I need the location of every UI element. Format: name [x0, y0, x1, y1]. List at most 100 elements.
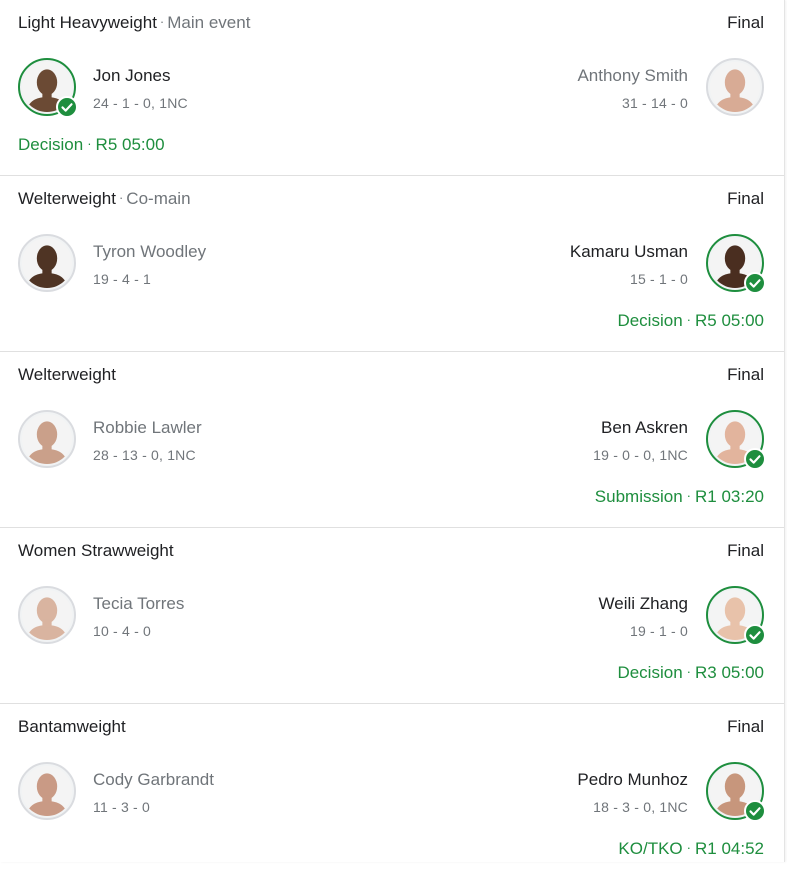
result-method: KO/TKO	[618, 839, 683, 858]
separator-dot: ·	[686, 840, 691, 855]
result-round-time: R1 03:20	[695, 487, 764, 506]
fight-status: Final	[727, 13, 764, 32]
fight-status: Final	[727, 189, 764, 208]
left-fighter-record: 10 - 4 - 0	[93, 623, 152, 639]
head-shape	[36, 773, 58, 800]
division-label: Bantamweight	[18, 717, 126, 736]
fight-status: Final	[727, 365, 764, 384]
left-fighter-name[interactable]: Tyron Woodley	[93, 242, 206, 262]
left-fighter-name[interactable]: Tecia Torres	[93, 594, 184, 614]
right-fighter-avatar[interactable]	[706, 234, 766, 294]
head-shape	[724, 773, 746, 800]
winner-check-icon	[56, 96, 78, 118]
right-fighter-name[interactable]: Anthony Smith	[577, 66, 688, 86]
separator-dot: ·	[686, 312, 691, 327]
fighter-photo	[22, 590, 72, 640]
right-fighter-name[interactable]: Weili Zhang	[599, 594, 688, 614]
right-fighter-name[interactable]: Ben Askren	[601, 418, 688, 438]
fight-row[interactable]: Light Heavyweight · Main event Final Jon J…	[0, 0, 784, 176]
fight-result: Decision · R5 05:00	[617, 311, 764, 331]
right-fighter-name[interactable]: Kamaru Usman	[570, 242, 688, 262]
neck-shape	[730, 91, 740, 100]
right-fighter-record: 19 - 0 - 0, 1NC	[593, 447, 688, 463]
right-fighter-avatar[interactable]	[706, 58, 764, 116]
left-fighter-avatar[interactable]	[18, 586, 76, 644]
fight-result: Decision · R3 05:00	[617, 663, 764, 683]
right-fighter-record: 31 - 14 - 0	[621, 95, 688, 111]
result-method: Decision	[617, 663, 683, 682]
left-fighter-name[interactable]: Robbie Lawler	[93, 418, 202, 438]
left-fighter-avatar[interactable]	[18, 58, 78, 118]
fight-status: Final	[727, 717, 764, 736]
winner-check-icon	[744, 448, 766, 470]
head-shape	[36, 597, 58, 624]
fighter-photo	[22, 766, 72, 816]
result-method: Submission	[594, 487, 683, 506]
neck-shape	[730, 443, 740, 452]
fight-header: Welterweight · Co-main Final	[18, 189, 764, 211]
winner-check-icon	[744, 624, 766, 646]
left-fighter-record: 19 - 4 - 1	[93, 271, 152, 287]
fight-header: Women Strawweight Final	[18, 541, 764, 563]
head-shape	[724, 597, 746, 624]
neck-shape	[42, 619, 52, 628]
fight-header: Light Heavyweight · Main event Final	[18, 13, 764, 35]
left-fighter-name[interactable]: Jon Jones	[93, 66, 171, 86]
left-fighter-avatar[interactable]	[18, 234, 76, 292]
separator-dot: ·	[686, 488, 691, 503]
head-shape	[36, 421, 58, 448]
fight-results-card: Light Heavyweight · Main event Final Jon J…	[0, 0, 785, 862]
neck-shape	[42, 267, 52, 276]
left-fighter-name[interactable]: Cody Garbrandt	[93, 770, 214, 790]
right-fighter-avatar[interactable]	[706, 410, 766, 470]
neck-shape	[730, 795, 740, 804]
result-round-time: R1 04:52	[695, 839, 764, 858]
division-label: Light Heavyweight	[18, 13, 157, 32]
right-fighter-avatar[interactable]	[706, 762, 766, 822]
left-fighter-record: 28 - 13 - 0, 1NC	[93, 447, 196, 463]
fight-result: KO/TKO · R1 04:52	[618, 839, 764, 859]
fight-result: Submission · R1 03:20	[595, 487, 764, 507]
head-shape	[724, 245, 746, 272]
result-round-time: R5 05:00	[695, 311, 764, 330]
fighter-photo	[22, 238, 72, 288]
fight-result: Decision · R5 05:00	[18, 135, 165, 155]
neck-shape	[42, 91, 52, 100]
right-fighter-record: 18 - 3 - 0, 1NC	[593, 799, 688, 815]
head-shape	[724, 69, 746, 96]
fight-row[interactable]: Women Strawweight Final Tecia Torres 10 …	[0, 528, 784, 704]
winner-check-icon	[744, 800, 766, 822]
separator-dot: ·	[118, 190, 124, 205]
separator-dot: ·	[87, 136, 92, 151]
right-fighter-record: 19 - 1 - 0	[629, 623, 688, 639]
division-label: Women Strawweight	[18, 541, 174, 560]
left-fighter-record: 11 - 3 - 0	[93, 799, 150, 815]
right-fighter-record: 15 - 1 - 0	[629, 271, 688, 287]
winner-check-icon	[744, 272, 766, 294]
left-fighter-record: 24 - 1 - 0, 1NC	[93, 95, 188, 111]
fight-row[interactable]: Welterweight · Co-main Final Tyron Woodley…	[0, 176, 784, 352]
result-method: Decision	[18, 135, 84, 154]
left-fighter-avatar[interactable]	[18, 762, 76, 820]
fight-row[interactable]: Bantamweight Final Cody Garbrandt 11 - 3…	[0, 704, 784, 880]
neck-shape	[42, 795, 52, 804]
result-round-time: R5 05:00	[95, 135, 165, 154]
right-fighter-name[interactable]: Pedro Munhoz	[577, 770, 688, 790]
fight-row[interactable]: Welterweight Final Robbie Lawler 28 - 13…	[0, 352, 784, 528]
head-shape	[36, 69, 58, 96]
fight-status: Final	[727, 541, 764, 560]
result-round-time: R3 05:00	[695, 663, 764, 682]
separator-dot: ·	[159, 14, 165, 29]
neck-shape	[730, 619, 740, 628]
bout-type-label: Main event	[167, 13, 251, 32]
result-method: Decision	[617, 311, 683, 330]
neck-shape	[42, 443, 52, 452]
neck-shape	[730, 267, 740, 276]
right-fighter-avatar[interactable]	[706, 586, 766, 646]
bout-type-label: Co-main	[126, 189, 191, 208]
fighter-photo	[710, 62, 760, 112]
division-label: Welterweight	[18, 189, 116, 208]
fighter-photo	[22, 414, 72, 464]
left-fighter-avatar[interactable]	[18, 410, 76, 468]
division-label: Welterweight	[18, 365, 116, 384]
